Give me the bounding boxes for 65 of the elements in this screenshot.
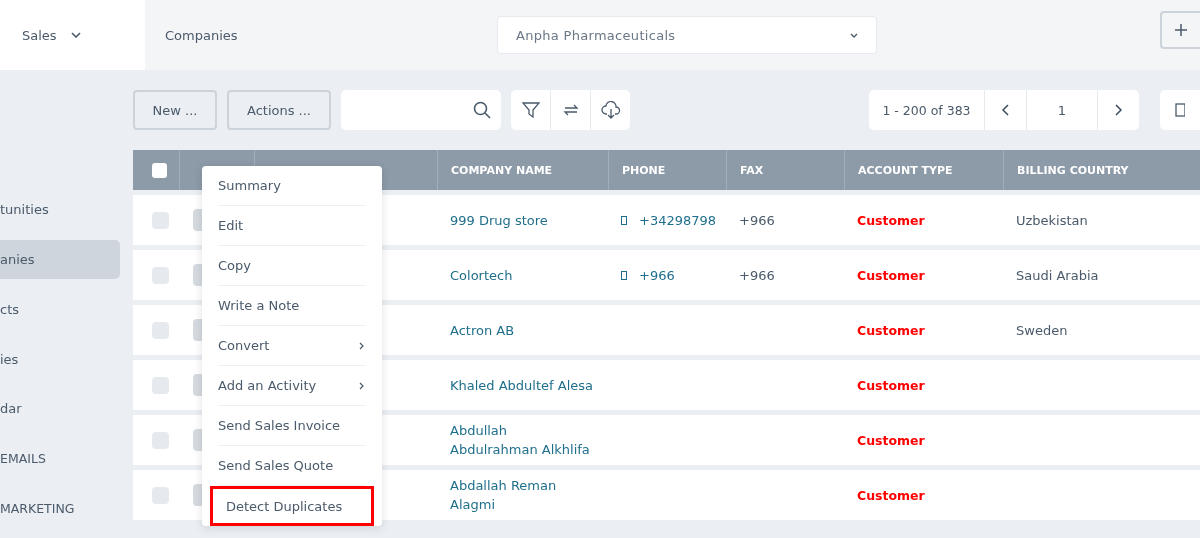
row-checkbox[interactable]: [152, 211, 169, 229]
row-checkbox[interactable]: [152, 431, 169, 449]
plus-icon: [1175, 24, 1187, 36]
account-type-cell: Customer: [857, 212, 925, 228]
chevron-down-icon: [70, 32, 81, 38]
phone-link[interactable]: +966: [639, 265, 675, 285]
phone-icon: [621, 215, 627, 225]
fax-cell: +966: [739, 212, 775, 228]
account-type-cell: Customer: [857, 377, 925, 393]
select-all-checkbox[interactable]: [152, 162, 167, 178]
sidebar-item[interactable]: MARKETING: [0, 488, 120, 529]
add-button[interactable]: [1160, 11, 1200, 49]
module-dropdown[interactable]: Sales: [0, 0, 145, 70]
filter-icon: [521, 101, 540, 119]
view-button[interactable]: [1160, 90, 1200, 130]
company-select[interactable]: Anpha Pharmaceuticals: [497, 16, 877, 54]
menu-item[interactable]: Summary: [218, 166, 366, 206]
menu-item[interactable]: Convert: [218, 326, 366, 366]
chevron-right-icon: [1115, 104, 1122, 116]
sidebar-item[interactable]: cts: [0, 289, 120, 330]
account-type-cell: Customer: [857, 267, 925, 283]
company-name-link[interactable]: Colortech: [450, 265, 513, 285]
row-checkbox[interactable]: [152, 486, 169, 504]
menu-item[interactable]: Send Sales Quote: [218, 446, 366, 486]
menu-item[interactable]: Add an Activity: [218, 366, 366, 406]
sidebar-item[interactable]: ies: [0, 339, 120, 379]
account-type-cell: Customer: [857, 322, 925, 338]
company-name-link[interactable]: Khaled Abdultef Alesa: [450, 375, 594, 395]
fax-cell: +966: [739, 267, 775, 283]
actions-button[interactable]: Actions ...: [227, 90, 331, 130]
billing-country-cell: Saudi Arabia: [1016, 267, 1099, 283]
row-checkbox[interactable]: [152, 266, 169, 284]
page-number-field[interactable]: 1: [1027, 90, 1098, 130]
chevron-left-icon: [1002, 104, 1009, 116]
page-range: 1 - 200 of 383: [869, 90, 985, 130]
company-name-link[interactable]: Abdallah Reman Alagmi: [450, 476, 557, 514]
menu-item[interactable]: Write a Note: [218, 286, 366, 326]
chevron-right-icon: [359, 341, 364, 350]
chevron-down-icon: [850, 32, 858, 38]
search-icon: [473, 101, 491, 119]
chevron-right-icon: [359, 381, 364, 390]
billing-country-cell: Uzbekistan: [1016, 212, 1088, 228]
row-checkbox[interactable]: [152, 376, 169, 394]
breadcrumb: Companies: [165, 27, 239, 43]
sidebar-item[interactable]: EMAILS: [0, 438, 120, 479]
sidebar-item[interactable]: anies: [0, 239, 120, 280]
search-field[interactable]: [341, 90, 501, 130]
company-name-link[interactable]: 999 Drug store: [450, 210, 548, 230]
company-name-link[interactable]: Actron AB: [450, 320, 515, 340]
account-type-cell: Customer: [857, 487, 925, 503]
menu-item[interactable]: Edit: [218, 206, 366, 246]
account-type-cell: Customer: [857, 432, 925, 448]
sidebar-item[interactable]: dar: [0, 388, 120, 429]
sidebar-item[interactable]: tunities: [0, 190, 120, 230]
cloud-download-icon: [600, 101, 621, 119]
company-name-link[interactable]: Abdullah Abdulrahman Alkhlifa: [450, 421, 590, 459]
menu-item[interactable]: Detect Duplicates: [210, 486, 374, 526]
new-button[interactable]: New ...: [133, 90, 217, 130]
phone-link[interactable]: +34298798: [639, 210, 717, 230]
billing-country-cell: Sweden: [1016, 322, 1068, 338]
row-checkbox[interactable]: [152, 321, 169, 339]
menu-item[interactable]: Send Sales Invoice: [218, 406, 366, 446]
phone-icon: [621, 270, 627, 280]
swap-arrows-icon: [562, 102, 579, 118]
menu-item[interactable]: Copy: [218, 246, 366, 286]
